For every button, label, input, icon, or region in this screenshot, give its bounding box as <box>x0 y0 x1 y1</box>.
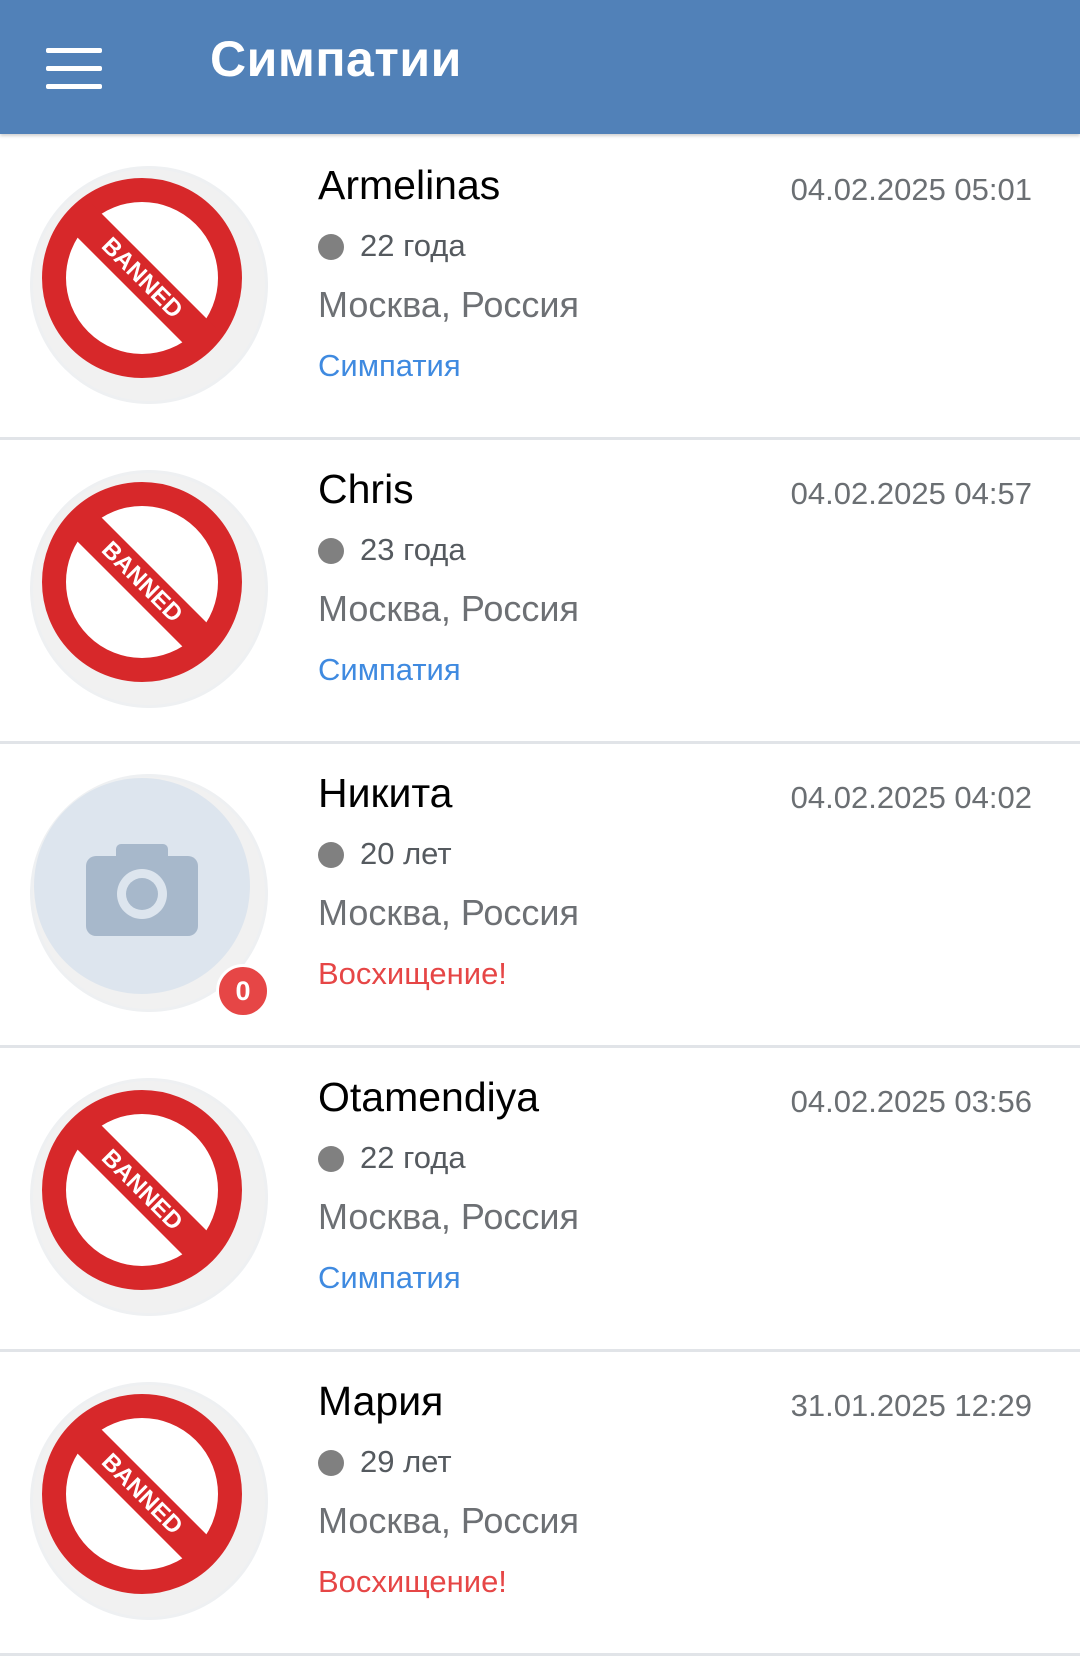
online-status-dot <box>318 1146 344 1172</box>
like-type-label: Восхищение! <box>318 1564 507 1599</box>
like-type-label: Восхищение! <box>318 956 507 991</box>
avatar[interactable]: BANNED <box>30 1382 268 1620</box>
banned-icon: BANNED <box>33 1385 265 1617</box>
online-status-dot <box>318 234 344 260</box>
like-type-label: Симпатия <box>318 652 461 687</box>
list-item[interactable]: BANNED Armelinas 04.02.2025 05:01 22 год… <box>0 136 1080 440</box>
hamburger-menu-icon[interactable] <box>46 48 102 89</box>
banned-icon: BANNED <box>33 1081 265 1313</box>
user-age: 22 года <box>360 228 466 263</box>
user-age: 20 лет <box>360 836 452 871</box>
avatar[interactable]: BANNED <box>30 1078 268 1316</box>
timestamp: 04.02.2025 04:57 <box>790 476 1032 511</box>
user-location: Москва, Россия <box>318 1196 579 1237</box>
banned-icon: BANNED <box>33 473 265 705</box>
user-name: Otamendiya <box>318 1074 540 1120</box>
user-age: 22 года <box>360 1140 466 1175</box>
list-item[interactable]: 0 Никита 04.02.2025 04:02 20 лет Москва,… <box>0 744 1080 1048</box>
user-location: Москва, Россия <box>318 1500 579 1541</box>
online-status-dot <box>318 842 344 868</box>
user-location: Москва, Россия <box>318 588 579 629</box>
user-location: Москва, Россия <box>318 892 579 933</box>
like-type-label: Симпатия <box>318 1260 461 1295</box>
top-app-bar: Симпатии <box>0 0 1080 134</box>
user-location: Москва, Россия <box>318 284 579 325</box>
list-item[interactable]: BANNED Chris 04.02.2025 04:57 23 года Мо… <box>0 440 1080 744</box>
user-age: 23 года <box>360 532 466 567</box>
user-age: 29 лет <box>360 1444 452 1479</box>
user-name: Мария <box>318 1378 444 1424</box>
timestamp: 31.01.2025 12:29 <box>790 1388 1032 1423</box>
like-type-label: Симпатия <box>318 348 461 383</box>
timestamp: 04.02.2025 04:02 <box>790 780 1032 815</box>
online-status-dot <box>318 538 344 564</box>
list-item[interactable]: BANNED Мария 31.01.2025 12:29 29 лет Мос… <box>0 1352 1080 1656</box>
avatar[interactable]: BANNED <box>30 166 268 404</box>
avatar[interactable]: BANNED <box>30 470 268 708</box>
page-title: Симпатии <box>210 31 462 87</box>
list-item[interactable]: BANNED Otamendiya 04.02.2025 03:56 22 го… <box>0 1048 1080 1352</box>
timestamp: 04.02.2025 05:01 <box>790 172 1032 207</box>
user-name: Никита <box>318 770 453 816</box>
online-status-dot <box>318 1450 344 1476</box>
timestamp: 04.02.2025 03:56 <box>790 1084 1032 1119</box>
user-name: Chris <box>318 466 414 512</box>
banned-icon: BANNED <box>33 169 265 401</box>
user-name: Armelinas <box>318 162 501 208</box>
sympathy-list: BANNED Armelinas 04.02.2025 05:01 22 год… <box>0 136 1080 1656</box>
notification-badge: 0 <box>216 964 270 1018</box>
